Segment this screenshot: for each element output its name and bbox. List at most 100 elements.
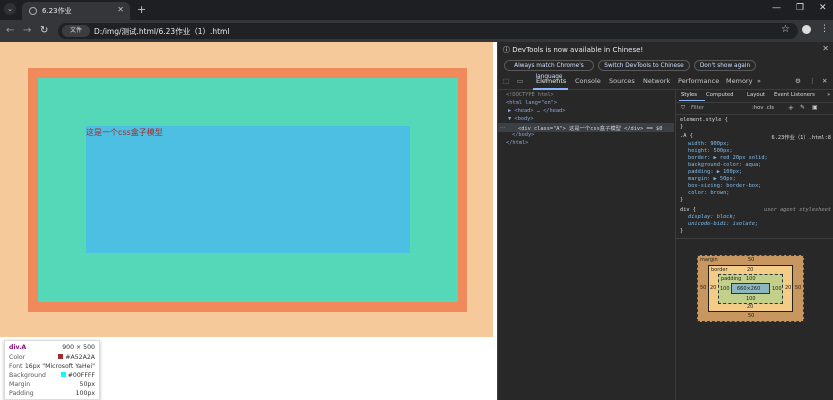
dom-node[interactable]: <!DOCTYPE html> xyxy=(506,92,554,98)
boxmodel-border[interactable]: border 20 20 20 20 padding 100 100 100 1… xyxy=(708,265,793,312)
boxmodel-border-value[interactable]: 20 xyxy=(747,304,753,310)
tab-network[interactable]: Network xyxy=(643,77,670,85)
reload-icon[interactable]: ↻ xyxy=(40,25,48,36)
device-icon[interactable]: ▭ xyxy=(517,77,523,85)
profile-avatar[interactable] xyxy=(802,25,811,34)
css-property[interactable]: width: 900px; xyxy=(688,141,729,147)
css-property[interactable]: background-color: aqua; xyxy=(688,162,761,168)
css-property[interactable]: color: brown; xyxy=(688,190,729,196)
boxmodel-margin-label: margin xyxy=(700,257,718,263)
file-badge[interactable]: 文件 xyxy=(62,25,90,37)
css-property[interactable]: height: 500px; xyxy=(688,148,733,154)
tooltip-value: #00FFFF xyxy=(60,372,95,379)
tab-memory[interactable]: Memory xyxy=(726,77,752,85)
boxmodel-padding[interactable]: padding 100 100 100 100 660×260 xyxy=(718,274,783,304)
bookmark-star-icon[interactable]: ☆ xyxy=(781,24,790,35)
rule-close-brace: } xyxy=(680,124,684,130)
inspect-tooltip: div.A 900 × 500 Color #A52A2A Font 16px … xyxy=(4,340,100,400)
inspect-icon[interactable]: ⬚ xyxy=(503,77,509,85)
close-devtools-icon[interactable]: ✕ xyxy=(822,77,827,85)
restore-icon[interactable]: ❐ xyxy=(796,3,804,13)
rule-selector[interactable]: .A { xyxy=(680,133,693,139)
tooltip-label: Background xyxy=(9,372,46,379)
settings-gear-icon[interactable]: ⚙ xyxy=(795,77,801,85)
tooltip-size: 900 × 500 xyxy=(62,344,95,351)
boxmodel-padding-value[interactable]: 100 xyxy=(746,276,756,282)
tab-console[interactable]: Console xyxy=(575,77,601,85)
boxmodel-margin-value[interactable]: 50 xyxy=(748,257,754,263)
devtools-menu-icon[interactable]: ⋮ xyxy=(809,77,816,85)
divider xyxy=(676,238,833,239)
address-bar[interactable]: 文件 D:/img/测试.html/6.23作业（1）.html ☆ xyxy=(58,23,798,39)
more-tabs-icon[interactable]: » xyxy=(757,77,761,85)
boxmodel-border-value[interactable]: 20 xyxy=(710,285,716,291)
active-style-tab-indicator xyxy=(679,100,705,101)
element-style-rule[interactable]: element.style { xyxy=(680,117,728,123)
boxmodel-margin[interactable]: margin 50 50 50 50 border 20 20 20 20 pa… xyxy=(697,255,804,322)
forward-icon[interactable]: → xyxy=(23,25,31,36)
filter-input[interactable]: Filter xyxy=(691,105,704,111)
css-property[interactable]: padding: ▶ 100px; xyxy=(688,169,742,175)
url-text[interactable]: D:/img/测试.html/6.23作业（1）.html xyxy=(94,26,229,37)
dom-node[interactable]: ▶ <head> … </head> xyxy=(508,108,565,114)
hov-cls-toggles[interactable]: :hov .cls xyxy=(752,105,774,111)
node-ellipsis[interactable]: … xyxy=(500,124,505,130)
new-tab-button[interactable]: + xyxy=(137,3,146,16)
boxmodel-margin-value[interactable]: 50 xyxy=(700,285,706,291)
minimize-icon[interactable]: — xyxy=(772,3,781,13)
dom-node[interactable]: <html lang="en"> xyxy=(506,100,557,106)
close-window-icon[interactable]: ✕ xyxy=(819,3,827,13)
tooltip-value: 16px "Microsoft YaHei" xyxy=(24,363,95,370)
tab-computed[interactable]: Computed xyxy=(706,92,734,98)
browser-tab[interactable]: 6.23作业 ✕ xyxy=(22,2,130,20)
paint-icon[interactable]: ✎ xyxy=(800,104,805,111)
new-rule-icon[interactable]: + xyxy=(788,104,794,112)
boxmodel-border-value[interactable]: 20 xyxy=(785,285,791,291)
boxmodel-margin-value[interactable]: 50 xyxy=(748,313,754,319)
dom-node[interactable]: ▼ <body> xyxy=(508,116,534,122)
computed-sidebar-icon[interactable]: ▣ xyxy=(812,104,818,111)
boxmodel-content[interactable]: 660×260 xyxy=(731,283,770,294)
css-property[interactable]: margin: ▶ 50px; xyxy=(688,176,736,182)
globe-icon xyxy=(29,7,37,15)
ua-property: unicode-bidi: isolate; xyxy=(688,221,759,227)
boxmodel-content-size[interactable]: 660×260 xyxy=(737,286,760,292)
divider xyxy=(676,114,833,115)
tab-performance[interactable]: Performance xyxy=(678,77,719,85)
tooltip-label: Padding xyxy=(9,390,34,397)
tab-event-listeners[interactable]: Event Listeners xyxy=(774,92,815,98)
dont-show-button[interactable]: Don't show again xyxy=(694,60,756,71)
tab-styles[interactable]: Styles xyxy=(681,92,697,98)
dom-node[interactable]: </html> xyxy=(506,140,528,146)
more-panes-icon[interactable]: » xyxy=(827,92,830,98)
close-notice-icon[interactable]: ✕ xyxy=(822,44,829,53)
tooltip-label: Color xyxy=(9,354,26,361)
styles-pane: Styles Computed Layout Event Listeners »… xyxy=(675,90,833,400)
dom-node-selected[interactable]: <div class="A"> 这是一个css盒子模型 </div> == $0 xyxy=(518,124,662,132)
tab-layout[interactable]: Layout xyxy=(747,92,765,98)
tab-sources[interactable]: Sources xyxy=(609,77,635,85)
rule-source-link[interactable]: 6.23作业（1）.html:8 xyxy=(772,133,831,141)
css-property[interactable]: border: ▶ red 20px solid; xyxy=(688,155,768,161)
tooltip-selector: div.A xyxy=(9,344,27,351)
dom-node[interactable]: </body> xyxy=(512,132,534,138)
boxmodel-padding-value[interactable]: 100 xyxy=(720,286,730,292)
boxmodel-border-value[interactable]: 20 xyxy=(747,267,753,273)
boxmodel-border-label: border xyxy=(711,267,728,273)
rule-close-brace: } xyxy=(680,228,684,234)
tooltip-value: #A52A2A xyxy=(58,354,95,361)
switch-language-button[interactable]: Switch DevTools to Chinese xyxy=(598,60,690,71)
menu-kebab-icon[interactable]: ⋮ xyxy=(820,24,829,34)
tab-search-icon[interactable]: ⌄ xyxy=(4,3,16,15)
boxmodel-margin-value[interactable]: 50 xyxy=(795,285,801,291)
tooltip-value: 50px xyxy=(79,381,95,388)
close-tab-icon[interactable]: ✕ xyxy=(117,5,124,14)
boxmodel-padding-value[interactable]: 100 xyxy=(746,296,756,302)
match-language-button[interactable]: Always match Chrome's language xyxy=(504,60,594,80)
content-box[interactable] xyxy=(86,126,410,253)
ua-source: user agent stylesheet xyxy=(764,207,831,213)
tab-elements[interactable]: Elements xyxy=(536,77,566,85)
css-property[interactable]: box-sizing: border-box; xyxy=(688,183,761,189)
back-icon[interactable]: ← xyxy=(6,25,14,36)
boxmodel-padding-value[interactable]: 100 xyxy=(772,286,782,292)
